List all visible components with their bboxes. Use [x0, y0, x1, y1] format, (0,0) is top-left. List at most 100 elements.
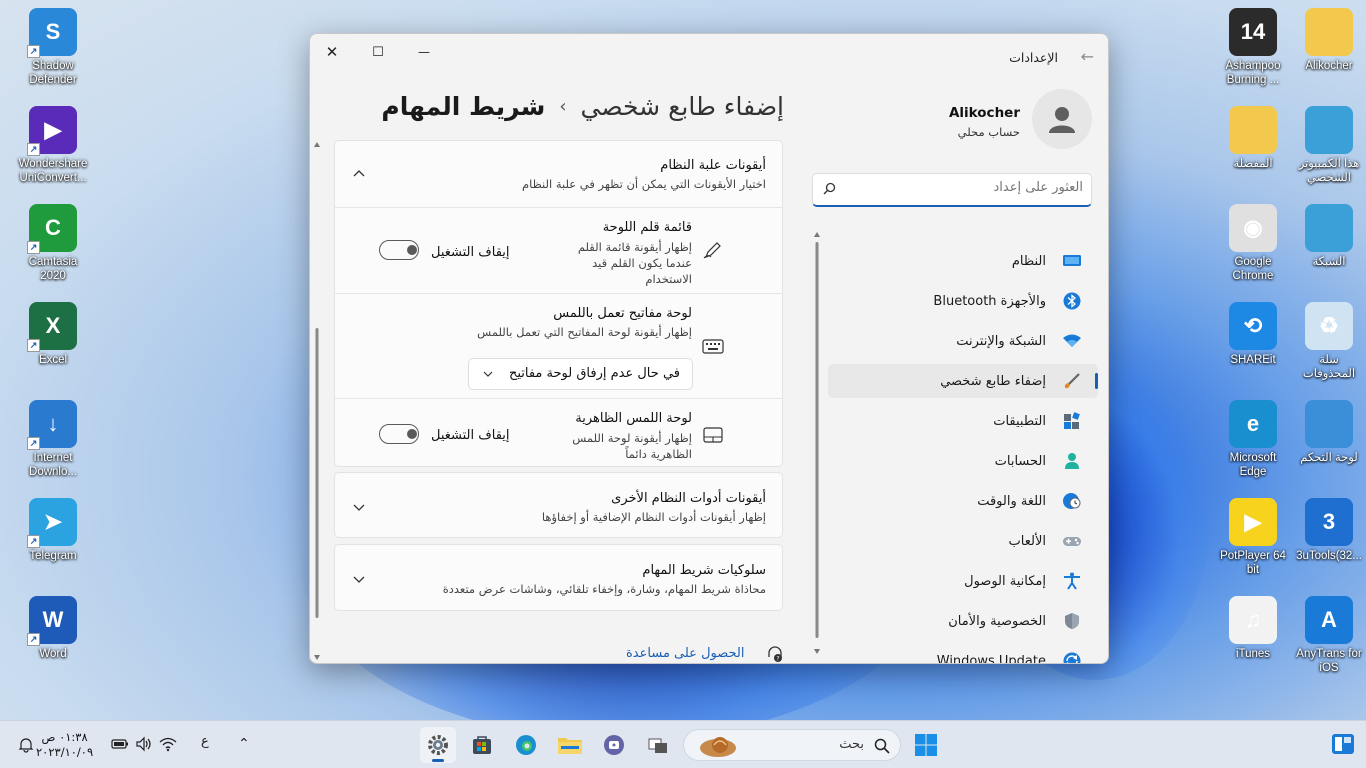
show-hidden-icons-chevron[interactable]: ⌃ — [238, 736, 250, 752]
notification-icon[interactable] — [18, 737, 34, 753]
desktop-icon-label: المفضلة — [1233, 158, 1273, 170]
desktop-icon-favorites[interactable]: المفضلة — [1215, 106, 1291, 171]
nav-item-label: التطبيقات — [993, 413, 1046, 429]
get-help-link[interactable]: الحصول على مساعدة — [626, 646, 744, 661]
control-panel-icon — [1305, 400, 1353, 448]
shadow-defender-glyph: S — [45, 19, 61, 44]
breadcrumb-parent[interactable]: إضفاء طابع شخصي — [581, 92, 784, 121]
nav-item-globe-clock[interactable]: اللغة والوقت — [828, 484, 1098, 518]
taskbar-store[interactable] — [464, 727, 500, 763]
close-button[interactable]: ✕ — [318, 42, 346, 62]
svg-text:?: ? — [776, 656, 779, 663]
nav-item-label: الشبكة والإنترنت — [956, 333, 1046, 349]
nav-scrollbar[interactable] — [813, 232, 821, 654]
desktop-icon-alikocher-folder[interactable]: Alikocher — [1291, 8, 1366, 73]
chevron-down-icon — [483, 371, 493, 377]
pen-icon — [703, 242, 721, 259]
chevron-up-icon[interactable] — [353, 168, 365, 180]
telegram-icon: ➤ ↗ — [27, 498, 77, 548]
content-scrollbar[interactable] — [313, 142, 321, 660]
window-title: الإعدادات — [1009, 50, 1058, 65]
avatar[interactable] — [1032, 89, 1092, 149]
nav-item-accessibility[interactable]: إمكانية الوصول — [828, 564, 1098, 598]
wifi-icon[interactable] — [159, 736, 177, 752]
taskbar-explorer[interactable] — [552, 727, 588, 763]
desktop-icon-recycle-bin[interactable]: ♻ سلة المحذوفات — [1291, 302, 1366, 381]
volume-icon[interactable] — [135, 736, 153, 752]
virtual-touchpad-toggle[interactable] — [379, 424, 419, 444]
desktop-icon-itunes[interactable]: ♫ iTunes — [1215, 596, 1291, 661]
settings-search[interactable] — [812, 173, 1092, 207]
nav-item-label: الخصوصية والأمان — [948, 613, 1046, 629]
back-arrow-icon[interactable]: ← — [1081, 47, 1094, 66]
taskbar-behaviors-card[interactable]: سلوكيات شريط المهام محاذاة شريط المهام، … — [334, 544, 783, 611]
uniconverter-icon: ▶ ↗ — [27, 106, 77, 156]
taskbar-search[interactable]: بحث — [683, 729, 901, 761]
desktop-icon-chrome[interactable]: ◉ Google Chrome — [1215, 204, 1291, 283]
taskbar-teams[interactable] — [596, 727, 632, 763]
desktop-icon-control-panel[interactable]: لوحة التحكم — [1291, 400, 1366, 465]
desktop-icon-uniconverter[interactable]: ▶ ↗ Wondershare UniConvert... — [15, 106, 91, 185]
desktop-icon-shareit[interactable]: ⟲ SHAREit — [1215, 302, 1291, 367]
edge-icon: e — [1229, 400, 1277, 448]
desktop-icon-label: Microsoft Edge — [1229, 452, 1277, 478]
touch-keyboard-dropdown[interactable]: في حال عدم إرفاق لوحة مفاتيح — [468, 358, 693, 390]
start-button[interactable] — [908, 727, 944, 763]
bluetooth-icon — [1062, 292, 1082, 310]
chevron-down-icon — [353, 504, 365, 511]
input-language[interactable]: ع — [201, 734, 209, 749]
shareit-icon: ⟲ — [1229, 302, 1277, 350]
nav-item-system[interactable]: النظام — [828, 244, 1098, 278]
telegram-glyph: ➤ — [43, 509, 63, 534]
nav-item-gamepad[interactable]: الألعاب — [828, 524, 1098, 558]
desktop-icon-shadow-defender[interactable]: S ↗ Shadow Defender — [15, 8, 91, 87]
desktop-icon-network[interactable]: الشبكة — [1291, 204, 1366, 269]
desktop-icon-ashampoo[interactable]: 14 Ashampoo Burning ... — [1215, 8, 1291, 87]
taskbar-edge[interactable] — [508, 727, 544, 763]
desktop-icon-camtasia[interactable]: C ↗ Camtasia 2020 — [15, 204, 91, 283]
desktop-icon-internet-download[interactable]: ↓ ↗ Internet Downlo... — [15, 400, 91, 479]
desktop-icon-potplayer[interactable]: ▶ PotPlayer 64 bit — [1215, 498, 1291, 577]
nav-item-update[interactable]: Windows Update — [828, 644, 1098, 663]
itunes-glyph: ♫ — [1244, 607, 1262, 632]
desktop-icon-3utools[interactable]: 3 3uTools(32... — [1291, 498, 1366, 563]
minimize-button[interactable]: — — [410, 42, 438, 62]
desktop-icon-telegram[interactable]: ➤ ↗ Telegram — [15, 498, 91, 563]
pen-menu-toggle[interactable] — [379, 240, 419, 260]
anytrans-icon: A — [1305, 596, 1353, 644]
desktop-icon-word[interactable]: W ↗ Word — [15, 596, 91, 661]
nav-item-accounts[interactable]: الحسابات — [828, 444, 1098, 478]
nav-item-brush[interactable]: إضفاء طابع شخصي — [828, 364, 1098, 398]
favorites-icon — [1229, 106, 1277, 154]
pen-menu-title: قائمة قلم اللوحة — [602, 220, 692, 235]
taskbar-settings[interactable] — [420, 727, 456, 763]
search-input[interactable] — [841, 180, 1083, 195]
shadow-defender-icon: S ↗ — [27, 8, 77, 58]
widgets-icon[interactable] — [1331, 733, 1355, 755]
touch-keyboard-title: لوحة مفاتيح تعمل باللمس — [553, 306, 692, 321]
battery-icon[interactable] — [111, 738, 129, 750]
desktop-icon-edge[interactable]: e Microsoft Edge — [1215, 400, 1291, 479]
internet-download-glyph: ↓ — [47, 411, 59, 436]
desktop-icon-label: هذا الكمبيوتر الشخصي — [1298, 158, 1360, 184]
clock[interactable]: ٠١:٣٨ ص ٢٠٢٣/١٠/٠٩ — [36, 730, 93, 760]
taskbar-task-view[interactable] — [640, 727, 676, 763]
maximize-button[interactable]: ☐ — [364, 42, 392, 62]
accessibility-icon — [1062, 572, 1082, 590]
system-icon — [1062, 252, 1082, 270]
camtasia-icon: C ↗ — [27, 204, 77, 254]
chrome-glyph: ◉ — [1243, 215, 1263, 240]
settings-gear-icon — [428, 735, 448, 755]
desktop-icon-this-pc[interactable]: هذا الكمبيوتر الشخصي — [1291, 106, 1366, 185]
desktop-icon-excel[interactable]: X ↗ Excel — [15, 302, 91, 367]
nav-item-bluetooth[interactable]: Bluetooth والأجهزة — [828, 284, 1098, 318]
desktop-icon-label: Google Chrome — [1232, 256, 1274, 282]
desktop-icon-label: Internet Downlo... — [29, 452, 77, 478]
nav-item-shield[interactable]: الخصوصية والأمان — [828, 604, 1098, 638]
other-system-icons-card[interactable]: أيقونات أدوات النظام الأخرى إظهار أيقونا… — [334, 472, 783, 538]
nav-item-wifi[interactable]: الشبكة والإنترنت — [828, 324, 1098, 358]
desktop-icon-anytrans[interactable]: A AnyTrans for iOS — [1291, 596, 1366, 675]
desktop-icon-label: iTunes — [1235, 648, 1271, 660]
nav-item-apps[interactable]: التطبيقات — [828, 404, 1098, 438]
nav-list: النظام Bluetooth والأجهزة الشبكة والإنترنت… — [822, 230, 1098, 663]
